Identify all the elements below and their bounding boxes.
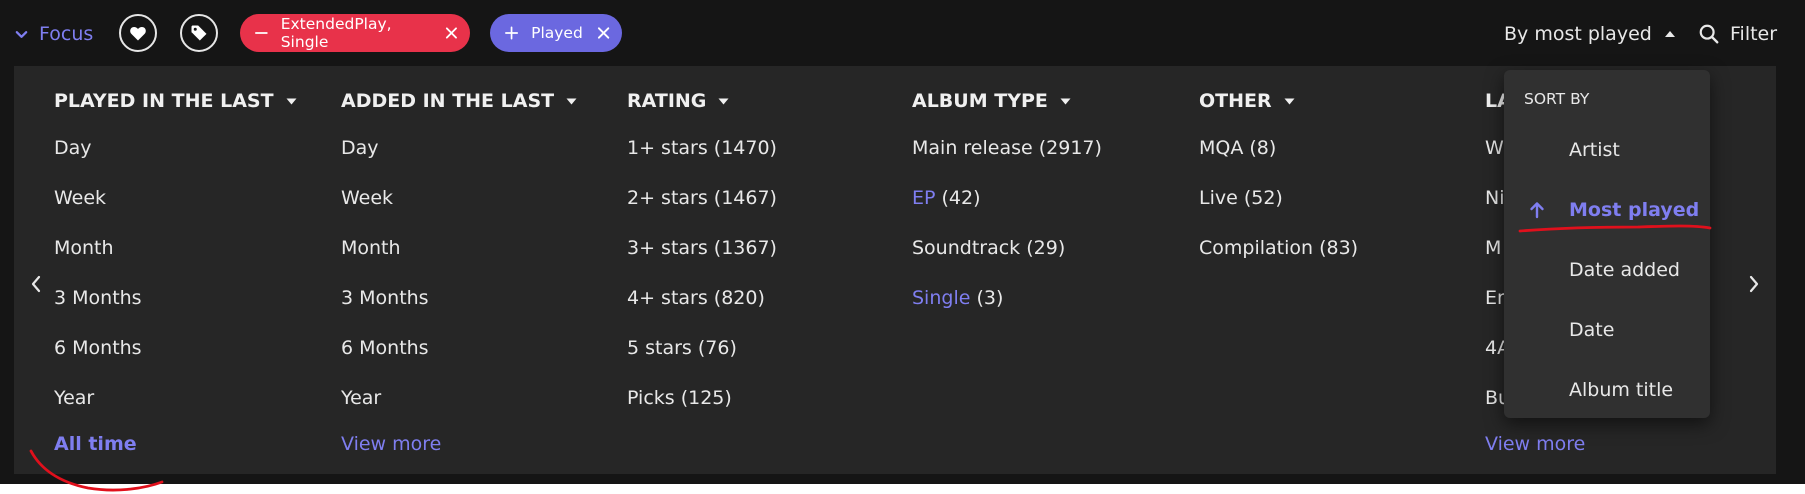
chip-label: ExtendedPlay, Single <box>280 15 392 51</box>
sort-option-date-added[interactable]: Date added <box>1504 250 1710 290</box>
list-item[interactable]: Picks (125) <box>627 387 732 409</box>
list-item[interactable]: M <box>1485 237 1501 259</box>
caret-down-icon <box>718 98 729 104</box>
list-item[interactable]: Month <box>54 237 114 259</box>
column-header[interactable]: OTHER <box>1199 90 1295 112</box>
list-item[interactable]: 4+ stars (820) <box>627 287 765 309</box>
list-item[interactable]: 3 Months <box>341 287 429 309</box>
list-item[interactable]: Single (3) <box>912 287 1003 309</box>
app-window: Focus ExtendedPlay, Single Played By mos… <box>0 0 1805 484</box>
list-item[interactable]: W <box>1485 137 1504 159</box>
item-count: (3) <box>976 287 1004 309</box>
filter-chip-exclude[interactable]: ExtendedPlay, Single <box>240 14 470 52</box>
list-item[interactable]: 3+ stars (1367) <box>627 237 777 259</box>
view-more-link[interactable]: View more <box>341 433 441 455</box>
sort-option-label: Artist <box>1569 139 1620 161</box>
column-header[interactable]: RATING <box>627 90 729 112</box>
sort-option-label: Date added <box>1569 259 1680 281</box>
item-name: Main release <box>912 137 1033 159</box>
item-name: Single <box>912 287 971 309</box>
column-header-label: ADDED IN THE LAST <box>341 90 555 112</box>
list-item[interactable]: MQA (8) <box>1199 137 1276 159</box>
list-item[interactable]: 1+ stars (1470) <box>627 137 777 159</box>
arrow-up-icon <box>1530 202 1544 219</box>
minus-icon <box>255 32 268 34</box>
list-item[interactable]: Main release (2917) <box>912 137 1102 159</box>
list-item[interactable]: 3 Months <box>54 287 142 309</box>
sort-option-date[interactable]: Date <box>1504 310 1710 350</box>
item-name: Soundtrack <box>912 237 1021 259</box>
sort-option-album-title[interactable]: Album title <box>1504 370 1710 410</box>
favorites-filter-button[interactable] <box>119 14 157 52</box>
caret-down-icon <box>1284 98 1295 104</box>
tag-icon <box>191 25 207 41</box>
sort-label: By most played <box>1504 23 1652 45</box>
focus-toggle[interactable]: Focus <box>14 19 93 49</box>
chip-label: Played <box>531 24 583 42</box>
sort-option-artist[interactable]: Artist <box>1504 130 1710 170</box>
list-item[interactable]: Day <box>341 137 379 159</box>
caret-down-icon <box>1060 98 1071 104</box>
list-item[interactable]: Week <box>54 187 106 209</box>
list-item[interactable]: EP (42) <box>912 187 981 209</box>
sort-option-most-played[interactable]: Most played <box>1504 190 1710 230</box>
filter-button[interactable]: Filter <box>1698 19 1777 49</box>
list-item[interactable]: Day <box>54 137 92 159</box>
list-item[interactable]: Soundtrack (29) <box>912 237 1065 259</box>
filter-chip-include[interactable]: Played <box>490 14 622 52</box>
caret-up-icon <box>1664 31 1675 37</box>
all-time-option[interactable]: All time <box>54 433 137 455</box>
focus-label: Focus <box>39 23 94 45</box>
list-item[interactable]: Compilation (83) <box>1199 237 1358 259</box>
toolbar: Focus ExtendedPlay, Single Played By mos… <box>0 0 1805 66</box>
list-item[interactable]: Year <box>54 387 94 409</box>
column-header-label: OTHER <box>1199 90 1272 112</box>
sort-option-label: Album title <box>1569 379 1674 401</box>
sort-option-label: Date <box>1569 319 1615 341</box>
list-item[interactable]: Week <box>341 187 393 209</box>
sort-menu-title: SORT BY <box>1524 90 1590 108</box>
caret-down-icon <box>286 98 297 104</box>
item-count: (29) <box>1026 237 1066 259</box>
list-item[interactable]: Live (52) <box>1199 187 1283 209</box>
filter-label: Filter <box>1730 23 1778 45</box>
view-more-link[interactable]: View more <box>1485 433 1585 455</box>
item-name: EP <box>912 187 936 209</box>
list-item[interactable]: Month <box>341 237 401 259</box>
chevron-down-icon <box>15 30 28 38</box>
sort-dropdown-button[interactable]: By most played <box>1504 19 1676 49</box>
close-icon[interactable] <box>597 26 610 40</box>
search-icon <box>1699 24 1719 44</box>
sort-option-label: Most played <box>1569 199 1700 221</box>
list-item[interactable]: 6 Months <box>54 337 142 359</box>
item-count: (2917) <box>1038 137 1102 159</box>
chevron-left-icon <box>31 275 41 293</box>
column-header[interactable]: PLAYED IN THE LAST <box>54 90 297 112</box>
column-header-label: PLAYED IN THE LAST <box>54 90 274 112</box>
column-header-label: ALBUM TYPE <box>912 90 1048 112</box>
tags-filter-button[interactable] <box>180 14 218 52</box>
list-item[interactable]: 2+ stars (1467) <box>627 187 777 209</box>
chevron-right-icon <box>1749 275 1759 293</box>
scroll-left-button[interactable] <box>24 272 48 296</box>
sort-menu: SORT BY Artist Most played Date added Da… <box>1504 70 1710 418</box>
heart-icon <box>130 26 146 41</box>
list-item[interactable]: 6 Months <box>341 337 429 359</box>
column-header-label: RATING <box>627 90 707 112</box>
list-item[interactable]: Year <box>341 387 381 409</box>
close-icon[interactable] <box>445 26 458 40</box>
list-item[interactable]: Ni <box>1485 187 1505 209</box>
caret-down-icon <box>566 98 577 104</box>
column-header[interactable]: ALBUM TYPE <box>912 90 1071 112</box>
column-header[interactable]: ADDED IN THE LAST <box>341 90 577 112</box>
plus-icon <box>505 26 519 40</box>
list-item[interactable]: 5 stars (76) <box>627 337 737 359</box>
scroll-right-button[interactable] <box>1742 272 1766 296</box>
item-count: (42) <box>941 187 981 209</box>
